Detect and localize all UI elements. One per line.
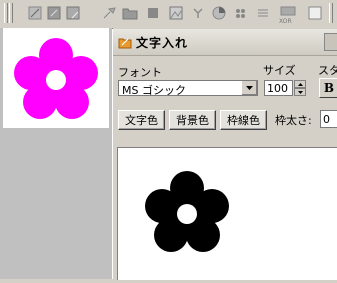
frame-color-button[interactable]: 枠線色 xyxy=(220,110,267,130)
black-flower-image xyxy=(145,171,229,252)
preview-panel xyxy=(0,28,113,279)
toolbar-grip[interactable] xyxy=(329,3,333,23)
dots-icon[interactable] xyxy=(230,3,250,23)
image-preview xyxy=(3,28,109,128)
main-toolbar: XOR xyxy=(0,0,337,28)
titlebar-edge xyxy=(324,33,337,51)
xor-icon[interactable]: XOR xyxy=(278,3,298,25)
pie-icon[interactable] xyxy=(209,3,229,23)
style-label: スタ xyxy=(318,64,337,77)
size-spinner[interactable] xyxy=(294,80,306,96)
font-label: フォント xyxy=(118,66,162,79)
toolbar-grip[interactable] xyxy=(9,3,13,23)
fill-rect-icon[interactable] xyxy=(44,3,64,23)
text-color-button[interactable]: 文字色 xyxy=(118,110,165,130)
text-input-dialog: 文字入れ フォント サイズ スタ MS ゴシック 100 B 文字色 背景色 枠… xyxy=(112,29,337,280)
magenta-flower-image xyxy=(14,38,98,119)
chevron-down-icon[interactable] xyxy=(241,81,257,95)
dropper-icon[interactable] xyxy=(188,3,208,23)
image-icon[interactable] xyxy=(166,3,186,23)
xor-label: XOR xyxy=(279,18,292,25)
frame-width-value: 0 xyxy=(323,113,330,126)
size-input[interactable]: 100 xyxy=(264,80,293,96)
rect-select-icon[interactable] xyxy=(25,3,45,23)
frame-width-label: 枠太さ: xyxy=(275,114,312,127)
line-icon[interactable] xyxy=(253,3,273,23)
square-icon[interactable] xyxy=(143,3,163,23)
blank-icon[interactable] xyxy=(305,3,325,23)
text-preview-canvas[interactable] xyxy=(117,147,337,280)
dialog-titlebar[interactable]: 文字入れ xyxy=(113,29,337,56)
font-select[interactable]: MS ゴシック xyxy=(118,80,258,97)
folder-pencil-icon xyxy=(118,38,132,49)
bold-button[interactable]: B xyxy=(319,78,337,98)
spin-up-icon[interactable] xyxy=(294,80,306,88)
size-label: サイズ xyxy=(263,64,296,77)
size-value: 100 xyxy=(267,82,288,95)
rect-icon[interactable] xyxy=(63,3,83,23)
frame-width-input[interactable]: 0 xyxy=(320,110,337,128)
background-color-button[interactable]: 背景色 xyxy=(169,110,216,130)
font-select-value: MS ゴシック xyxy=(122,84,186,97)
spin-down-icon[interactable] xyxy=(294,88,306,96)
folder-icon[interactable] xyxy=(120,3,140,23)
toolbar-grip[interactable] xyxy=(4,3,8,23)
brush-icon[interactable] xyxy=(99,3,119,23)
dialog-title: 文字入れ xyxy=(136,36,189,50)
